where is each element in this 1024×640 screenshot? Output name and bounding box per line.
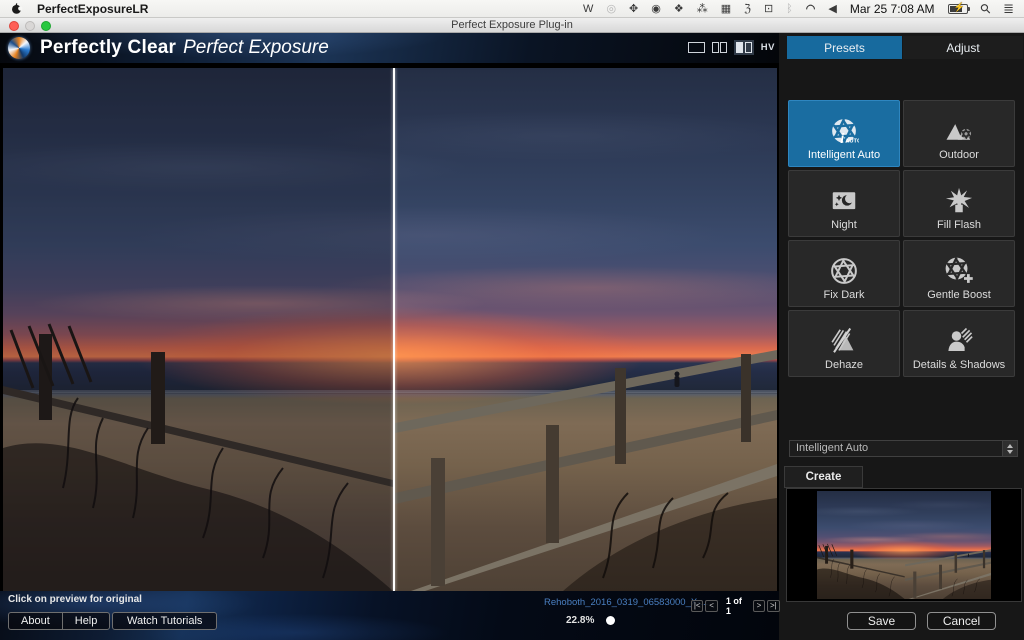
view-mode-toolbar: HV: [688, 40, 775, 55]
bluetooth-icon[interactable]: ᛒ: [786, 0, 793, 18]
preset-label: Details & Shadows: [913, 359, 1005, 371]
about-help-group: About Help: [8, 612, 110, 630]
previous-image-button[interactable]: <: [705, 600, 717, 612]
thumbnail-foreground-art: [817, 491, 991, 599]
zoom-level-label: 22.8%: [566, 615, 594, 626]
menubar-tray: W ◎ ✥ ◉ ❖ ⁂ ▦ ℨ ⊡ ᛒ ◠ ◀ Mar 25 7:08 AM ⚡…: [583, 0, 1014, 18]
spotlight-search-icon[interactable]: ⚲: [976, 0, 995, 18]
w-app-icon[interactable]: W: [583, 0, 593, 18]
apple-menu-icon[interactable]: [10, 2, 23, 15]
preset-dropdown-value: Intelligent Auto: [796, 442, 868, 454]
preset-night[interactable]: Night: [788, 170, 900, 237]
preset-label: Outdoor: [939, 149, 979, 161]
before-half-overlay: [3, 68, 393, 591]
dropbox-icon[interactable]: ✥: [629, 0, 638, 18]
right-panel: Presets Adjust i AUTO Intelligent Auto O…: [779, 33, 1024, 640]
save-button[interactable]: Save: [847, 612, 916, 630]
create-button[interactable]: Create: [784, 466, 863, 488]
volume-icon[interactable]: ◀: [828, 0, 836, 18]
tab-adjust[interactable]: Adjust: [903, 36, 1023, 59]
image-navigation: |< < 1 of 1 > >|: [691, 596, 780, 616]
perfectly-clear-logo-icon: [8, 37, 30, 59]
preset-gentle-boost[interactable]: Gentle Boost: [903, 240, 1015, 307]
help-button[interactable]: Help: [63, 615, 110, 627]
menubar-clock[interactable]: Mar 25 7:08 AM: [850, 2, 935, 16]
preset-intelligent-auto[interactable]: i AUTO Intelligent Auto: [788, 100, 900, 167]
details-shadows-icon: [944, 326, 974, 356]
split-divider[interactable]: [393, 68, 395, 591]
last-image-button[interactable]: >|: [767, 600, 779, 612]
hv-toggle[interactable]: HV: [761, 42, 775, 53]
window-title-bar[interactable]: Perfect Exposure Plug-in: [0, 18, 1024, 33]
menubar-app-name[interactable]: PerfectExposureLR: [37, 2, 148, 16]
zoom-window-button[interactable]: [41, 21, 51, 31]
notification-center-icon[interactable]: ≣: [1003, 0, 1014, 18]
page-indicator: 1 of 1: [726, 596, 745, 616]
thumbnail-box: [786, 488, 1022, 602]
dropdown-stepper-icon[interactable]: [1002, 441, 1017, 456]
bird-app-icon[interactable]: ❖: [674, 0, 684, 18]
squiggle-app-icon[interactable]: ℨ: [744, 0, 751, 18]
outdoor-icon: [944, 116, 974, 146]
single-view-icon[interactable]: [688, 42, 705, 53]
watch-tutorials-button[interactable]: Watch Tutorials: [112, 612, 217, 630]
gentle-boost-icon: [944, 256, 974, 286]
brand-title: Perfectly Clear Perfect Exposure: [40, 37, 329, 59]
preset-outdoor[interactable]: Outdoor: [903, 100, 1015, 167]
bottom-bar: Click on preview for original Rehoboth_2…: [0, 591, 779, 640]
close-button[interactable]: [9, 21, 19, 31]
preset-label: Fill Flash: [937, 219, 981, 231]
tab-presets[interactable]: Presets: [787, 36, 902, 59]
preset-label: Intelligent Auto: [808, 149, 880, 161]
preset-fill-flash[interactable]: Fill Flash: [903, 170, 1015, 237]
battery-app-icon[interactable]: ▦: [721, 0, 731, 18]
split-view-icon[interactable]: [734, 40, 754, 55]
window-title: Perfect Exposure Plug-in: [451, 19, 573, 31]
preset-label: Night: [831, 219, 857, 231]
fix-dark-icon: [829, 256, 859, 286]
brand-bold: Perfectly Clear: [40, 37, 176, 58]
svg-text:AUTO: AUTO: [845, 138, 859, 144]
preview-photo[interactable]: [3, 68, 777, 591]
macos-menu-bar: PerfectExposureLR W ◎ ✥ ◉ ❖ ⁂ ▦ ℨ ⊡ ᛒ ◠ …: [0, 0, 1024, 18]
preset-grid: i AUTO Intelligent Auto Outdoor: [788, 100, 1015, 377]
preset-label: Gentle Boost: [927, 289, 991, 301]
thumbnail-image[interactable]: [817, 491, 991, 599]
preview-hint-text: Click on preview for original: [8, 594, 142, 605]
paw-app-icon[interactable]: ⁂: [697, 0, 708, 18]
cancel-button[interactable]: Cancel: [927, 612, 996, 630]
filename-label[interactable]: Rehoboth_2016_0319_06583000_X-...: [544, 597, 708, 608]
first-image-button[interactable]: |<: [691, 600, 703, 612]
side-by-side-view-icon[interactable]: [712, 42, 728, 53]
fill-flash-icon: [944, 186, 974, 216]
preset-label: Dehaze: [825, 359, 863, 371]
dehaze-icon: [829, 326, 859, 356]
preset-fix-dark[interactable]: Fix Dark: [788, 240, 900, 307]
minimize-button[interactable]: [25, 21, 35, 31]
intelligent-auto-icon: i AUTO: [829, 116, 859, 146]
preset-details-shadows[interactable]: Details & Shadows: [903, 310, 1015, 377]
about-button[interactable]: About: [9, 615, 62, 627]
plugin-header: Perfectly Clear Perfect Exposure: [0, 33, 779, 63]
zoom-slider-knob[interactable]: [606, 616, 615, 625]
brand-italic: Perfect Exposure: [183, 37, 329, 58]
disabled-app-icon[interactable]: ◎: [606, 0, 616, 18]
swirl-app-icon[interactable]: ◉: [651, 0, 661, 18]
traffic-lights: [9, 21, 51, 31]
next-image-button[interactable]: >: [753, 600, 765, 612]
battery-icon[interactable]: ⚡: [948, 4, 968, 14]
preset-label: Fix Dark: [824, 289, 865, 301]
airplay-icon[interactable]: ⊡: [764, 0, 773, 18]
preset-dropdown[interactable]: Intelligent Auto: [789, 440, 1018, 457]
wifi-icon[interactable]: ◠: [806, 0, 816, 18]
preset-dehaze[interactable]: Dehaze: [788, 310, 900, 377]
night-icon: [829, 186, 859, 216]
